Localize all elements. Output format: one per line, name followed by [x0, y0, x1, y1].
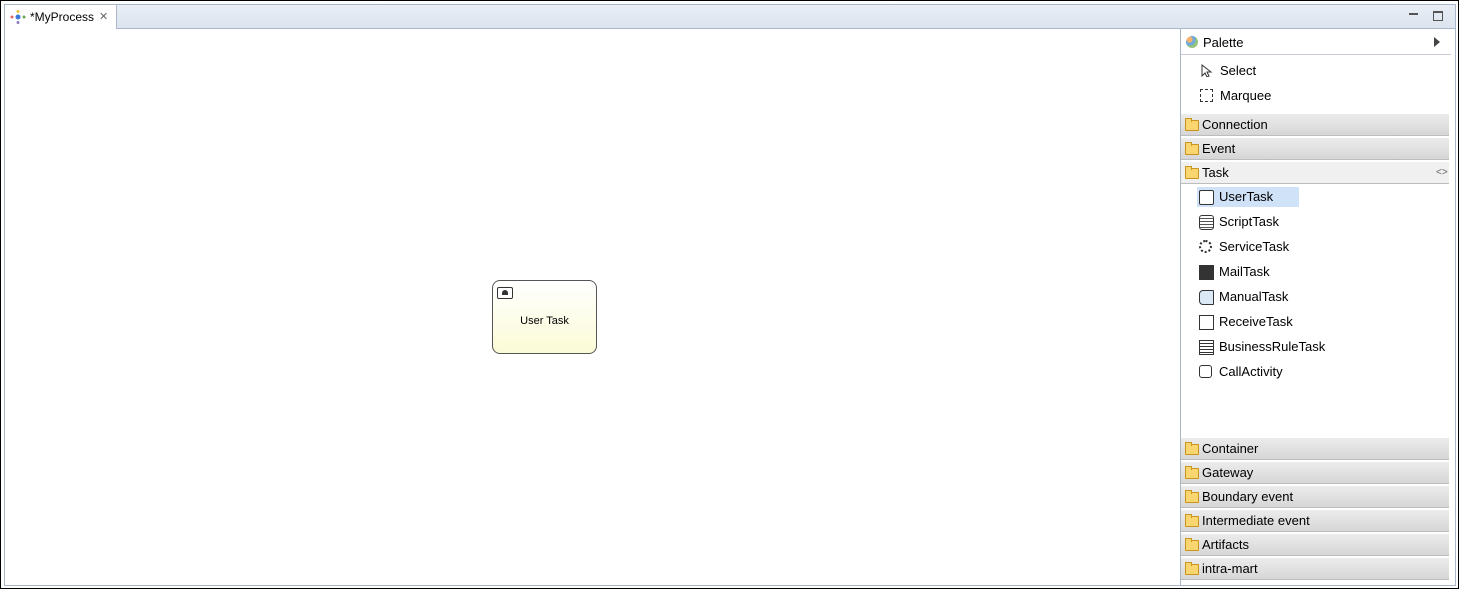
tool-receivetask[interactable]: ReceiveTask: [1197, 312, 1347, 332]
drawer-label: Intermediate event: [1202, 513, 1310, 528]
tab-title: *MyProcess: [30, 10, 95, 24]
minimize-icon[interactable]: [1407, 8, 1421, 22]
drawer-connection[interactable]: Connection: [1181, 113, 1449, 136]
tool-label: ServiceTask: [1219, 239, 1290, 254]
drawer-container[interactable]: Container: [1181, 437, 1449, 460]
tool-label: UserTask: [1219, 189, 1274, 204]
service-task-icon: [1199, 240, 1212, 253]
drawer-label: intra-mart: [1202, 561, 1258, 576]
manual-task-icon: [1199, 290, 1214, 305]
editor-view: *MyProcess ✕ User Task Palette Select Ma…: [4, 4, 1456, 586]
tool-label: CallActivity: [1219, 364, 1283, 379]
folder-icon: [1185, 490, 1199, 503]
user-task-icon: [497, 287, 513, 299]
script-task-icon: [1199, 215, 1214, 230]
drawer-intra-mart[interactable]: intra-mart: [1181, 557, 1449, 580]
tool-label: MailTask: [1219, 264, 1270, 279]
tool-label: ReceiveTask: [1219, 314, 1293, 329]
tab-myprocess[interactable]: *MyProcess ✕: [5, 5, 117, 29]
tool-label: ScriptTask: [1219, 214, 1279, 229]
tool-usertask[interactable]: UserTask: [1197, 187, 1299, 207]
drawer-event[interactable]: Event: [1181, 137, 1449, 160]
drawer-label: Boundary event: [1202, 489, 1294, 504]
drawer-boundary-event[interactable]: Boundary event: [1181, 485, 1449, 508]
tool-marquee[interactable]: Marquee: [1198, 86, 1348, 106]
palette: Palette Select Marquee Connection Event: [1180, 29, 1451, 585]
drawer-label: Task: [1202, 165, 1229, 180]
window-frame: *MyProcess ✕ User Task Palette Select Ma…: [0, 0, 1459, 589]
pin-icon[interactable]: <>: [1436, 167, 1448, 178]
tool-select[interactable]: Select: [1198, 61, 1348, 81]
drawer-label: Gateway: [1202, 465, 1254, 480]
palette-icon: [1186, 36, 1198, 48]
editor-tab-bar: *MyProcess ✕: [5, 5, 1455, 29]
drawer-label: Artifacts: [1202, 537, 1249, 552]
folder-icon: [1185, 538, 1199, 551]
tool-manualtask[interactable]: ManualTask: [1197, 287, 1347, 307]
tool-label: BusinessRuleTask: [1219, 339, 1326, 354]
tool-scripttask[interactable]: ScriptTask: [1197, 212, 1347, 232]
palette-title: Palette: [1203, 35, 1244, 50]
tool-label: ManualTask: [1219, 289, 1289, 304]
palette-header: Palette: [1181, 29, 1451, 55]
folder-icon: [1185, 442, 1199, 455]
tool-label: Marquee: [1220, 88, 1272, 103]
user-task-node[interactable]: User Task: [492, 280, 597, 354]
folder-icon: [1185, 118, 1199, 131]
folder-icon: [1185, 466, 1199, 479]
folder-icon: [1185, 562, 1199, 575]
drawer-label: Container: [1202, 441, 1259, 456]
marquee-icon: [1200, 89, 1213, 102]
business-rule-task-icon: [1199, 340, 1214, 355]
drawer-label: Connection: [1202, 117, 1268, 132]
tool-businessruletask[interactable]: BusinessRuleTask: [1197, 337, 1347, 357]
call-activity-icon: [1199, 365, 1212, 378]
mail-task-icon: [1199, 265, 1214, 280]
process-icon: [10, 10, 26, 24]
collapse-palette-icon[interactable]: [1434, 37, 1440, 47]
node-label: User Task: [520, 315, 569, 327]
drawer-artifacts[interactable]: Artifacts: [1181, 533, 1449, 556]
user-task-icon: [1199, 190, 1214, 205]
folder-icon: [1185, 142, 1199, 155]
maximize-icon[interactable]: [1431, 8, 1445, 22]
tool-label: Select: [1220, 63, 1257, 78]
drawer-task[interactable]: Task <>: [1181, 161, 1449, 184]
diagram-canvas[interactable]: User Task: [5, 29, 1177, 585]
close-icon[interactable]: ✕: [99, 10, 108, 23]
drawer-gateway[interactable]: Gateway: [1181, 461, 1449, 484]
drawer-intermediate-event[interactable]: Intermediate event: [1181, 509, 1449, 532]
folder-icon: [1185, 166, 1199, 179]
arrow-pointer-icon: [1201, 64, 1213, 77]
tool-servicetask[interactable]: ServiceTask: [1197, 237, 1347, 257]
folder-icon: [1185, 514, 1199, 527]
receive-task-icon: [1199, 315, 1214, 330]
tool-callactivity[interactable]: CallActivity: [1197, 362, 1347, 382]
drawer-label: Event: [1202, 141, 1236, 156]
tool-mailtask[interactable]: MailTask: [1197, 262, 1347, 282]
